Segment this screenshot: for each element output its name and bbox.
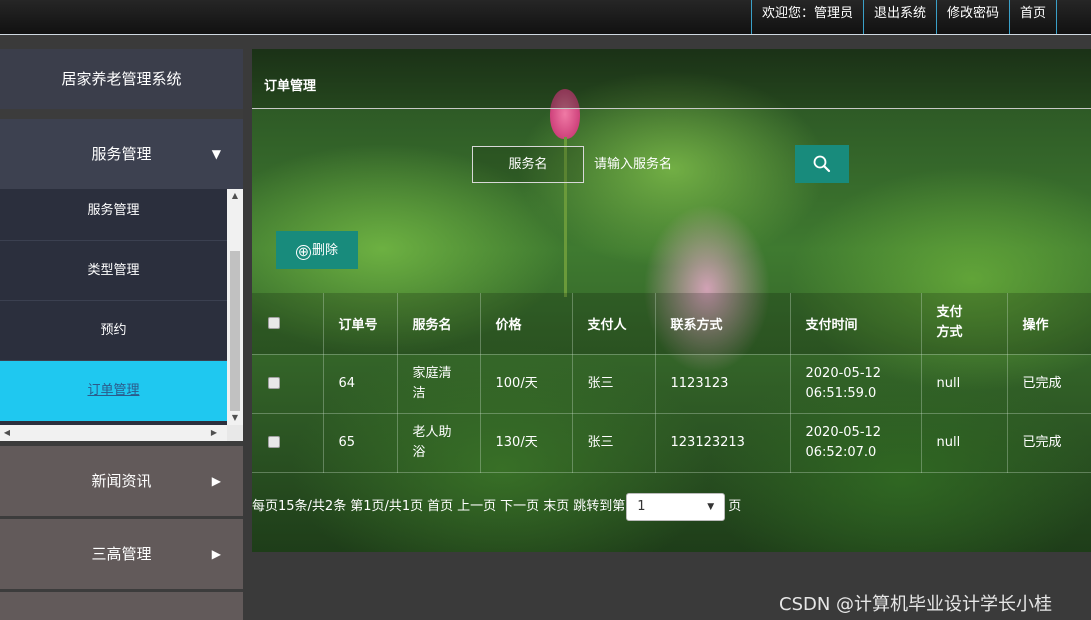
column-header: 联系方式	[655, 293, 791, 355]
search-icon	[813, 155, 831, 173]
column-header: 支付人	[572, 293, 656, 355]
table-header-row: 订单号 服务名 价格 支付人 联系方式 支付时间 支付方式 操作	[252, 293, 1091, 355]
caret-down-icon: ▼	[211, 147, 221, 161]
scroll-right-icon[interactable]: ▶	[207, 425, 221, 441]
logout-link[interactable]: 退出系统	[862, 0, 936, 34]
status-action-cell: 已完成	[1007, 413, 1091, 473]
watermark: CSDN @计算机毕业设计学长小桂	[779, 594, 1053, 615]
search-field-label: 服务名	[472, 146, 584, 183]
chevron-down-icon: ▼	[707, 501, 715, 512]
column-header: 服务名	[397, 293, 481, 355]
sidebar-group-partial[interactable]	[0, 592, 243, 620]
table-row: 64 家庭清洁 100/天 张三 1123123 2020-05-12 06:5…	[252, 354, 1091, 414]
vertical-scrollbar[interactable]: ▲ ▼	[227, 189, 243, 425]
pager-first-link[interactable]: 首页	[427, 499, 453, 514]
order-number-cell: 65	[323, 413, 398, 473]
pager-last-link[interactable]: 末页	[543, 499, 569, 514]
sidebar-item-service-management[interactable]: 服务管理	[0, 189, 227, 241]
status-action-cell: 已完成	[1007, 354, 1091, 414]
column-header: 支付方式	[921, 293, 1008, 355]
search-input[interactable]	[584, 146, 774, 183]
column-header: 订单号	[323, 293, 398, 355]
sidebar-group-label: 服务管理	[91, 145, 152, 163]
contact-cell: 123123213	[655, 413, 791, 473]
submenu-list: 服务管理 类型管理 预约 订单管理	[0, 189, 227, 425]
column-header: 操作	[1007, 293, 1091, 355]
pager-prev-link[interactable]: 上一页	[457, 499, 496, 514]
sidebar-group-label: 三高管理	[91, 545, 152, 563]
sidebar-group-news[interactable]: 新闻资讯 ▶	[0, 446, 243, 516]
select-all-checkbox[interactable]	[268, 317, 280, 330]
sidebar-group-service-management[interactable]: 服务管理 ▼	[0, 119, 243, 189]
sidebar: 居家养老管理系统 服务管理 ▼ 服务管理 类型管理 预约 订单管理 ▲ ▼ ◀ …	[0, 49, 243, 620]
row-checkbox[interactable]	[268, 436, 280, 448]
select-all-cell	[252, 293, 324, 355]
welcome-text: 欢迎您：管理员	[750, 0, 863, 34]
delete-label: 删除	[311, 242, 338, 257]
search-button[interactable]	[795, 145, 849, 183]
sidebar-group-label: 新闻资讯	[91, 472, 152, 490]
pager-jump-label: 跳转到第	[573, 499, 626, 514]
column-header: 价格	[480, 293, 573, 355]
pay-method-cell: null	[921, 413, 1008, 473]
pay-method-cell: null	[921, 354, 1008, 414]
sidebar-group-three-highs[interactable]: 三高管理 ▶	[0, 519, 243, 589]
service-name-cell: 老人助浴	[397, 413, 481, 473]
top-nav: 欢迎您：管理员 退出系统 修改密码 首页	[750, 0, 1057, 34]
contact-cell: 1123123	[655, 354, 791, 414]
home-link[interactable]: 首页	[1008, 0, 1057, 34]
page-title-bar: 订单管理	[252, 49, 1091, 109]
delete-button[interactable]: ⊕ 删除	[276, 231, 358, 269]
scrollbar-thumb[interactable]	[230, 251, 240, 411]
column-header: 支付时间	[790, 293, 922, 355]
payer-cell: 张三	[572, 413, 656, 473]
sidebar-submenu: 服务管理 类型管理 预约 订单管理 ▲ ▼ ◀ ▶	[0, 189, 243, 441]
main-content: 订单管理 服务名 ⊕删除 订单号 服务名 价格 支付人 联系方式 支付时间 支付…	[252, 49, 1091, 552]
payer-cell: 张三	[572, 354, 656, 414]
sidebar-item-order-management[interactable]: 订单管理	[0, 361, 227, 421]
price-cell: 130/天	[480, 413, 573, 473]
caret-right-icon: ▶	[211, 474, 221, 488]
page-select[interactable]: 1 ▼	[626, 492, 726, 521]
table-row: 65 老人助浴 130/天 张三 123123213 2020-05-12 06…	[252, 413, 1091, 473]
row-select-cell	[252, 354, 324, 414]
price-cell: 100/天	[480, 354, 573, 414]
pay-time-cell: 2020-05-12 06:51:59.0	[790, 354, 922, 414]
page-title: 订单管理	[264, 79, 317, 94]
scroll-left-icon[interactable]: ◀	[0, 425, 14, 441]
scroll-up-icon[interactable]: ▲	[227, 189, 243, 203]
plus-circle-icon: ⊕	[295, 245, 311, 260]
pager-next-link[interactable]: 下一页	[500, 499, 539, 514]
row-select-cell	[252, 413, 324, 473]
change-password-link[interactable]: 修改密码	[935, 0, 1009, 34]
scroll-down-icon[interactable]: ▼	[227, 411, 243, 425]
row-checkbox[interactable]	[268, 377, 280, 389]
caret-right-icon: ▶	[211, 547, 221, 561]
sidebar-item-appointment[interactable]: 预约	[0, 301, 227, 361]
system-title: 居家养老管理系统	[0, 49, 243, 109]
service-name-cell: 家庭清洁	[397, 354, 481, 414]
orders-table: 订单号 服务名 价格 支付人 联系方式 支付时间 支付方式 操作 64 家庭清洁…	[252, 293, 1091, 473]
pager-page-suffix: 页	[728, 499, 742, 514]
pager-page-info: 第1页/共1页	[350, 499, 424, 514]
pager-summary: 每页15条/共2条	[252, 499, 347, 514]
sidebar-item-type-management[interactable]: 类型管理	[0, 241, 227, 301]
order-number-cell: 64	[323, 354, 398, 414]
top-bar: 欢迎您：管理员 退出系统 修改密码 首页	[0, 0, 1091, 35]
page-select-value: 1	[637, 498, 646, 514]
pay-time-cell: 2020-05-12 06:52:07.0	[790, 413, 922, 473]
horizontal-scrollbar[interactable]: ◀ ▶	[0, 425, 227, 441]
pagination: 每页15条/共2条 第1页/共1页 首页 上一页 下一页 末页 跳转到第 1 ▼ 页	[252, 492, 745, 522]
